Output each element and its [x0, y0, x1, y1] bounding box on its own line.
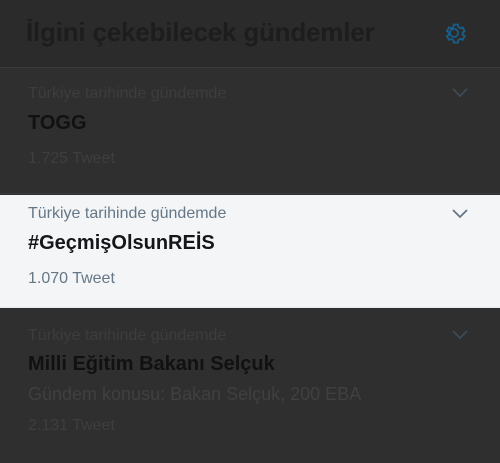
trend-item[interactable]: Türkiye tarihinde gündemde Milli Eğitim … [0, 309, 500, 463]
trend-name: Milli Eğitim Bakanı Selçuk [28, 353, 275, 375]
trend-context: Türkiye tarihinde gündemde [28, 85, 227, 102]
chevron-down-icon [452, 88, 468, 98]
trend-tweet-count: 1.725 Tweet [28, 150, 115, 167]
chevron-down-icon [452, 209, 468, 219]
trend-context: Türkiye tarihinde gündemde [28, 327, 227, 344]
trend-item[interactable]: Türkiye tarihinde gündemde TOGG 1.725 Tw… [0, 68, 500, 194]
trend-context: Türkiye tarihinde gündemde [28, 205, 227, 222]
trend-name: TOGG [28, 112, 87, 134]
page-title: İlgini çekebilecek gündemler [26, 17, 375, 47]
trend-menu-button[interactable] [449, 203, 471, 225]
trend-tweet-count: 1.070 Tweet [28, 270, 115, 287]
gear-icon [445, 23, 466, 44]
trend-tweet-count: 2.131 Tweet [28, 417, 115, 434]
trend-item[interactable]: Türkiye tarihinde gündemde #GeçmişOlsunR… [0, 195, 500, 308]
trend-menu-button[interactable] [449, 82, 471, 104]
chevron-down-icon [452, 330, 468, 340]
trend-description: Gündem konusu: Bakan Selçuk, 200 EBA [28, 384, 362, 404]
trend-menu-button[interactable] [449, 324, 471, 346]
trends-header: İlgini çekebilecek gündemler [0, 0, 500, 68]
settings-button[interactable] [440, 19, 468, 47]
trend-name: #GeçmişOlsunREİS [28, 232, 215, 254]
trends-panel: İlgini çekebilecek gündemler Türkiye tar… [0, 0, 500, 463]
